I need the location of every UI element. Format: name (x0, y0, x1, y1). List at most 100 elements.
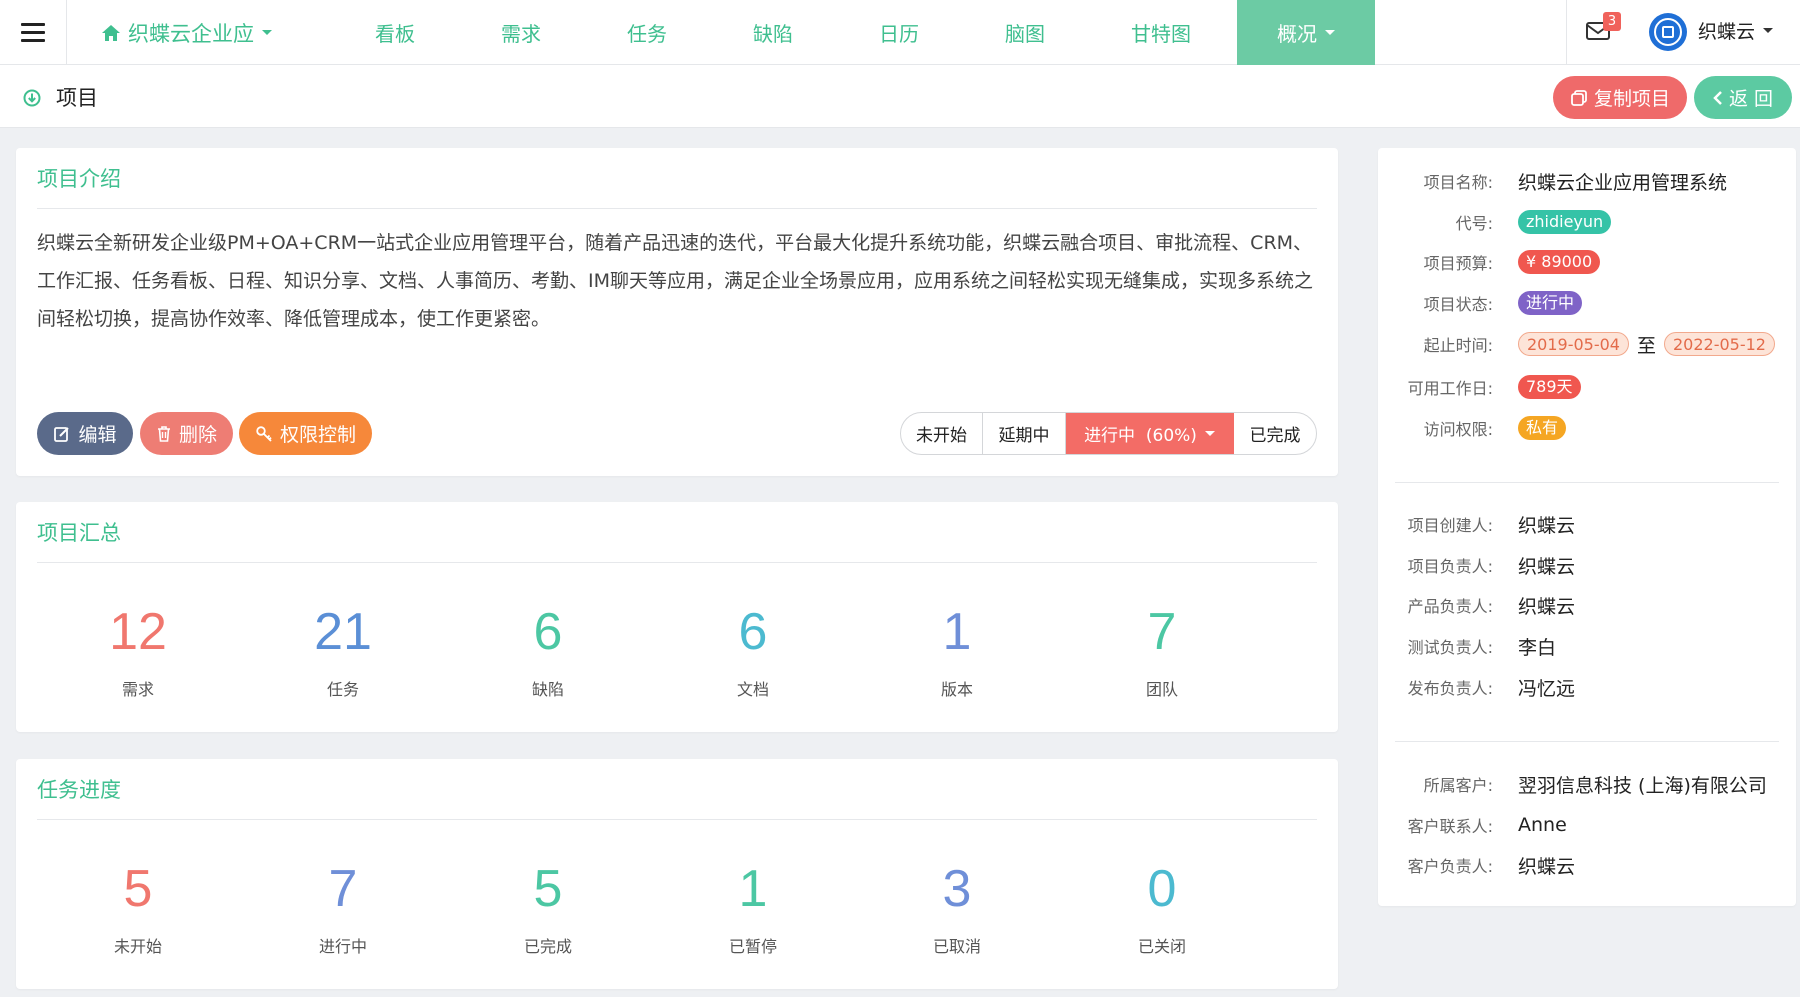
tab-tasks[interactable]: 任务 (584, 0, 710, 65)
date-separator: 至 (1636, 334, 1656, 357)
info-customer-owner: 客户负责人: 织蝶云 (1378, 850, 1798, 880)
info-workdays: 可用工作日: 789天 (1378, 372, 1798, 402)
copy-project-label: 复制项目 (1593, 88, 1670, 110)
workdays-tag: 789天 (1518, 375, 1581, 399)
stat-team[interactable]: 7 团队 (1087, 602, 1237, 700)
tab-mindmap[interactable]: 脑图 (962, 0, 1088, 65)
info-product-owner: 产品负责人: 织蝶云 (1378, 590, 1798, 620)
info-key: 所属客户: (1423, 776, 1493, 795)
stat-requirements[interactable]: 12 需求 (63, 602, 213, 700)
status-in-progress[interactable]: 进行中 (60%) (1066, 413, 1234, 454)
chevron-down-icon (1325, 30, 1335, 35)
info-budget: 项目预算: ¥ 89000 (1378, 247, 1798, 277)
trash-icon (157, 425, 170, 442)
stat-value: 5 (533, 860, 563, 918)
stat-label: 已暂停 (728, 937, 777, 956)
info-value: 织蝶云 (1518, 514, 1576, 537)
stat-cancelled[interactable]: 3 已取消 (882, 859, 1032, 957)
mail-count-badge: 3 (1603, 12, 1621, 31)
card-title: 项目汇总 (37, 521, 121, 545)
key-icon (256, 425, 272, 442)
stat-value: 7 (1147, 603, 1177, 661)
divider (37, 208, 1317, 209)
stat-paused[interactable]: 1 已暂停 (678, 859, 828, 957)
stat-label: 未开始 (113, 937, 162, 956)
project-summary-card: 项目汇总 12 需求 21 任务 6 缺陷 6 文档 1 版本 7 团队 (16, 502, 1338, 732)
stat-label: 已完成 (523, 937, 572, 956)
avatar[interactable] (1649, 13, 1687, 51)
tab-gantt[interactable]: 甘特图 (1098, 0, 1224, 65)
edit-button[interactable]: 编辑 (37, 412, 133, 455)
back-label: 返 回 (1728, 88, 1774, 110)
info-key: 项目预算: (1423, 254, 1493, 273)
back-button[interactable]: 返 回 (1694, 76, 1792, 119)
tab-kanban[interactable]: 看板 (332, 0, 458, 65)
tab-overview[interactable]: 概况 (1237, 0, 1375, 65)
user-menu[interactable]: 织蝶云 (1698, 0, 1774, 60)
tab-requirements[interactable]: 需求 (458, 0, 584, 65)
stat-defects[interactable]: 6 缺陷 (473, 602, 623, 700)
nav-divider (1566, 0, 1567, 65)
info-value: 翌羽信息科技 (上海)有限公司 (1518, 774, 1767, 797)
menu-toggle-button[interactable] (0, 0, 67, 65)
delete-button[interactable]: 删除 (140, 412, 233, 455)
info-key: 客户联系人: (1407, 817, 1493, 836)
stat-completed[interactable]: 5 已完成 (473, 859, 623, 957)
access-tag: 私有 (1518, 416, 1567, 440)
copy-project-button[interactable]: 复制项目 (1553, 76, 1687, 119)
info-key: 项目创建人: (1407, 516, 1493, 535)
stat-value: 0 (1147, 860, 1177, 918)
project-info-panel: 项目名称: 织蝶云企业应用管理系统 代号: zhidieyun 项目预算: ¥ … (1378, 148, 1796, 906)
stat-versions[interactable]: 1 版本 (882, 602, 1032, 700)
project-description: 织蝶云全新研发企业级PM+OA+CRM一站式企业应用管理平台，随着产品迅速的迭代… (37, 232, 1314, 330)
hamburger-icon (21, 23, 45, 42)
stat-in-progress[interactable]: 7 进行中 (268, 859, 418, 957)
stat-not-started[interactable]: 5 未开始 (63, 859, 213, 957)
info-key: 起止时间: (1423, 336, 1493, 355)
info-status: 项目状态: 进行中 (1378, 288, 1798, 318)
status-not-started[interactable]: 未开始 (901, 413, 983, 454)
stat-label: 文档 (736, 680, 769, 699)
info-value: Anne (1518, 814, 1567, 836)
divider (1395, 482, 1779, 483)
stat-value: 6 (738, 603, 768, 661)
stat-label: 已取消 (932, 937, 981, 956)
page-title: 项目 (56, 85, 98, 110)
permission-control-label: 权限控制 (279, 424, 356, 446)
edit-label: 编辑 (78, 424, 117, 446)
tab-calendar[interactable]: 日历 (836, 0, 962, 65)
status-completed[interactable]: 已完成 (1234, 413, 1316, 454)
status-delayed[interactable]: 延期中 (983, 413, 1066, 454)
project-intro-card: 项目介绍 织蝶云全新研发企业级PM+OA+CRM一站式企业应用管理平台，随着产品… (16, 148, 1338, 476)
stat-value: 5 (123, 860, 153, 918)
chevron-down-icon (1204, 431, 1215, 436)
user-name: 织蝶云 (1698, 20, 1756, 43)
project-switcher-label: 织蝶云企业应 (128, 21, 254, 46)
info-key: 可用工作日: (1407, 379, 1493, 398)
info-period: 起止时间: 2019-05-04 至 2022-05-12 (1378, 329, 1798, 359)
arrow-circle-down-icon (23, 89, 41, 107)
stat-value: 6 (533, 603, 563, 661)
stat-label: 版本 (940, 680, 973, 699)
tab-defects[interactable]: 缺陷 (710, 0, 836, 65)
divider (37, 562, 1317, 563)
stat-value: 3 (942, 860, 972, 918)
permission-control-button[interactable]: 权限控制 (239, 412, 372, 455)
stat-value: 12 (109, 603, 167, 661)
stat-label: 任务 (326, 680, 359, 699)
project-status-selector: 未开始 延期中 进行中 (60%) 已完成 (900, 412, 1317, 455)
info-value: 织蝶云企业应用管理系统 (1518, 171, 1728, 194)
home-icon (102, 24, 120, 41)
chevron-down-icon (1763, 27, 1774, 33)
stat-tasks[interactable]: 21 任务 (268, 602, 418, 700)
divider (1395, 741, 1779, 742)
info-code: 代号: zhidieyun (1378, 207, 1798, 237)
info-key: 项目状态: (1423, 295, 1493, 314)
stat-documents[interactable]: 6 文档 (678, 602, 828, 700)
stat-closed[interactable]: 0 已关闭 (1087, 859, 1237, 957)
info-key: 项目负责人: (1407, 557, 1493, 576)
info-value: 织蝶云 (1518, 855, 1576, 878)
delete-label: 删除 (178, 424, 217, 446)
info-value: 织蝶云 (1518, 555, 1576, 578)
project-switcher[interactable]: 织蝶云企业应 (100, 0, 272, 65)
